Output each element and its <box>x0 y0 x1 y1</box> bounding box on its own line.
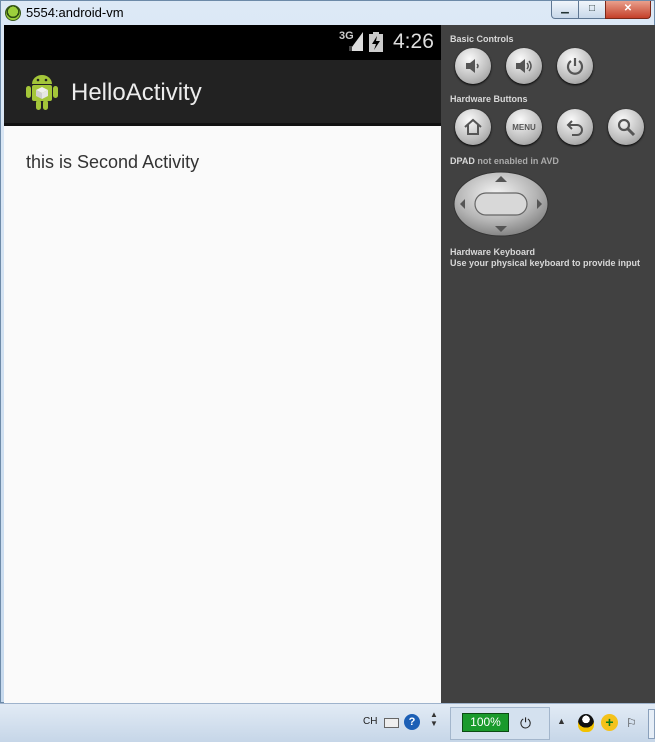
basic-controls-heading: Basic Controls <box>450 34 514 44</box>
home-button[interactable] <box>455 109 491 145</box>
power-plug-icon[interactable]: ⏻ <box>520 715 531 732</box>
battery-level-indicator[interactable]: 100% <box>462 713 509 732</box>
volume-down-icon <box>466 59 479 73</box>
taskbar: CH ? ▲ ▼ 100% ⏻ ▲ + ⚐ <box>0 703 655 742</box>
hardware-keyboard-note: Use your physical keyboard to provide in… <box>450 258 641 268</box>
window-titlebar[interactable]: 5554:android-vm ▁ □ ✕ <box>1 1 655 25</box>
search-icon <box>617 118 636 137</box>
menu-button-label: MENU <box>512 122 536 132</box>
maximize-button[interactable]: □ <box>578 1 606 19</box>
android-status-bar: 3G 4:26 <box>4 25 441 60</box>
power-icon <box>566 58 584 75</box>
device-screen[interactable]: 3G 4:26 HelloActivity this is Second Act… <box>4 25 441 703</box>
close-button[interactable]: ✕ <box>605 1 651 19</box>
show-hidden-icons-icon[interactable]: ▲ <box>557 716 566 726</box>
emulator-controls-panel: Basic Controls Hardware Buttons MENU DPA… <box>441 25 655 703</box>
search-button[interactable] <box>608 109 644 145</box>
signal-strength-icon <box>349 32 363 51</box>
help-icon[interactable]: ? <box>404 714 420 730</box>
action-center-flag-icon[interactable]: ⚐ <box>626 716 637 730</box>
tray-arrows-icon[interactable]: ▲ ▼ <box>430 710 438 728</box>
minimize-button[interactable]: ▁ <box>551 1 579 19</box>
input-method-indicator[interactable]: CH <box>363 716 377 727</box>
battery-charging-icon <box>369 32 383 52</box>
window-title: 5554:android-vm <box>26 5 124 20</box>
volume-up-icon <box>516 59 532 73</box>
keyboard-tray-icon[interactable] <box>384 718 399 728</box>
hardware-keyboard-heading: Hardware Keyboard <box>450 247 536 257</box>
android-app-icon <box>5 5 21 21</box>
volume-up-button[interactable] <box>506 48 542 84</box>
add-app-icon[interactable]: + <box>601 714 618 731</box>
show-desktop-button[interactable] <box>648 709 655 739</box>
action-bar: HelloActivity <box>4 60 441 126</box>
home-icon <box>464 118 482 135</box>
volume-down-button[interactable] <box>455 48 491 84</box>
dpad-control[interactable] <box>453 171 549 237</box>
menu-button[interactable]: MENU <box>506 109 542 145</box>
dpad-heading-note: not enabled in AVD <box>474 156 559 166</box>
qq-penguin-icon[interactable] <box>578 714 594 732</box>
dpad-heading-bold: DPAD <box>450 156 475 166</box>
android-robot-icon <box>26 75 58 110</box>
emulator-window: 5554:android-vm ▁ □ ✕ 3G 4:26 HelloActiv… <box>0 0 655 703</box>
status-clock: 4:26 <box>393 30 434 53</box>
back-arrow-icon <box>566 120 583 136</box>
hardware-buttons-heading: Hardware Buttons <box>450 94 528 104</box>
activity-content-text: this is Second Activity <box>26 152 200 172</box>
dpad-heading: DPAD not enabled in AVD <box>450 156 559 166</box>
back-button[interactable] <box>557 109 593 145</box>
app-title: HelloActivity <box>71 79 202 106</box>
power-button[interactable] <box>557 48 593 84</box>
